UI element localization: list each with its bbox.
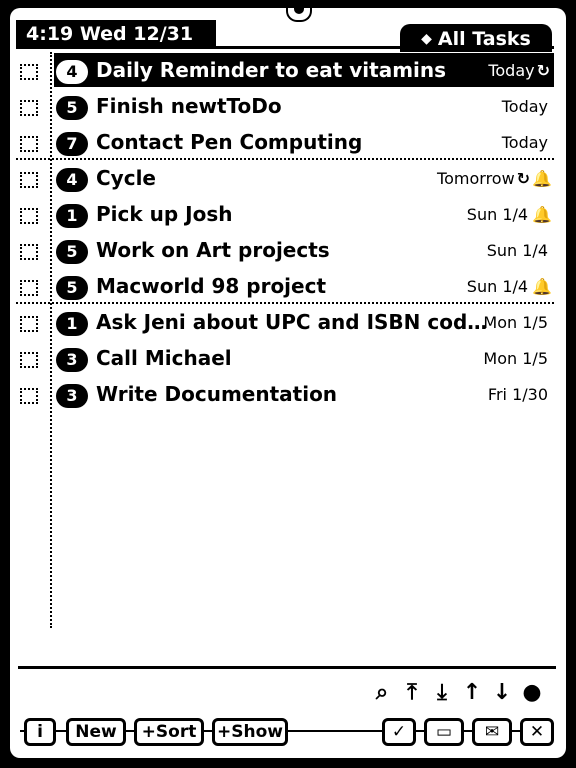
device-screen: 4:19 Wed 12/31 ◆ All Tasks 4 Daily Reminde…: [10, 8, 566, 758]
new-button[interactable]: New: [66, 718, 126, 746]
task-checkbox[interactable]: [20, 172, 38, 188]
header-divider: [16, 46, 554, 49]
alarm-icon: 🔔: [532, 205, 552, 224]
dot-icon[interactable]: ●: [520, 680, 544, 705]
due-date: Mon 1/5: [483, 313, 548, 332]
sort-button[interactable]: +Sort: [134, 718, 204, 746]
due-date: Sun 1/4: [486, 241, 548, 260]
task-body[interactable]: 5 Work on Art projects Sun 1/4: [54, 233, 554, 267]
task-body[interactable]: 4 Cycle Tomorrow ↻ 🔔: [54, 161, 554, 195]
task-meta: Sun 1/4 🔔: [467, 276, 552, 298]
move-bottom-icon[interactable]: ⤓: [430, 680, 454, 705]
clock-display[interactable]: 4:19 Wed 12/31: [16, 20, 216, 48]
task-title: Daily Reminder to eat vitamins: [96, 58, 447, 82]
priority-badge[interactable]: 5: [56, 240, 88, 264]
task-body[interactable]: 5 Macworld 98 project Sun 1/4 🔔: [54, 269, 554, 303]
task-list: 4 Daily Reminder to eat vitamins Today ↻ 5 Fi…: [16, 52, 554, 628]
priority-badge[interactable]: 4: [56, 168, 88, 192]
task-checkbox[interactable]: [20, 136, 38, 152]
priority-badge[interactable]: 3: [56, 384, 88, 408]
task-title: Cycle: [96, 166, 156, 190]
due-date: Fri 1/30: [487, 385, 548, 404]
task-body[interactable]: 1 Ask Jeni about UPC and ISBN cod… Mon 1/5: [54, 305, 554, 339]
due-date: Today: [501, 97, 548, 116]
task-row[interactable]: 3 Write Documentation Fri 1/30: [16, 376, 554, 412]
task-checkbox[interactable]: [20, 388, 38, 404]
priority-badge[interactable]: 3: [56, 348, 88, 372]
repeat-icon: ↻: [536, 61, 550, 80]
task-title: Call Michael: [96, 346, 232, 370]
task-body[interactable]: 5 Finish newtToDo Today: [54, 89, 554, 123]
task-checkbox[interactable]: [20, 208, 38, 224]
task-row[interactable]: 1 Pick up Josh Sun 1/4 🔔: [16, 196, 554, 232]
info-button[interactable]: i: [24, 718, 56, 746]
task-title: Contact Pen Computing: [96, 130, 363, 154]
due-date: Sun 1/4: [466, 205, 529, 224]
task-meta: Today: [502, 96, 552, 118]
priority-badge[interactable]: 7: [56, 132, 88, 156]
due-date: Tomorrow: [437, 169, 515, 188]
priority-badge[interactable]: 4: [56, 60, 88, 84]
task-checkbox[interactable]: [20, 280, 38, 296]
folder-icon[interactable]: ▭: [424, 718, 464, 746]
task-title: Ask Jeni about UPC and ISBN cod…: [96, 310, 488, 334]
move-down-icon[interactable]: ↓: [490, 680, 514, 705]
task-body[interactable]: 3 Call Michael Mon 1/5: [54, 341, 554, 375]
task-meta: Mon 1/5: [483, 348, 552, 370]
task-meta: Today: [502, 132, 552, 154]
check-icon[interactable]: ✓: [382, 718, 416, 746]
task-title: Write Documentation: [96, 382, 338, 406]
list-bottom-divider: [18, 666, 556, 669]
find-icon[interactable]: ⌕: [370, 680, 394, 705]
task-meta: Fri 1/30: [488, 384, 552, 406]
task-meta: Tomorrow ↻ 🔔: [437, 168, 552, 190]
task-body[interactable]: 4 Daily Reminder to eat vitamins Today ↻: [54, 53, 554, 87]
task-row[interactable]: 1 Ask Jeni about UPC and ISBN cod… Mon 1/5: [16, 304, 554, 340]
task-title: Macworld 98 project: [96, 274, 327, 298]
priority-badge[interactable]: 5: [56, 96, 88, 120]
task-title: Work on Art projects: [96, 238, 330, 262]
reorder-actions: ⌕ ⤒ ⤓ ↑ ↓ ●: [370, 680, 544, 705]
status-bar: 4:19 Wed 12/31 ◆ All Tasks: [10, 14, 566, 52]
due-date: Today: [501, 133, 548, 152]
alarm-icon: 🔔: [532, 169, 552, 188]
move-top-icon[interactable]: ⤒: [400, 680, 424, 705]
close-icon[interactable]: ✕: [520, 718, 554, 746]
task-meta: Sun 1/4 🔔: [467, 204, 552, 226]
due-date: Mon 1/5: [483, 349, 548, 368]
task-row[interactable]: 5 Finish newtToDo Today: [16, 88, 554, 124]
show-button[interactable]: +Show: [212, 718, 288, 746]
task-title: Finish newtToDo: [96, 94, 282, 118]
task-row[interactable]: 4 Daily Reminder to eat vitamins Today ↻: [16, 52, 554, 88]
task-body[interactable]: 3 Write Documentation Fri 1/30: [54, 377, 554, 411]
priority-badge[interactable]: 1: [56, 204, 88, 228]
priority-badge[interactable]: 5: [56, 276, 88, 300]
task-body[interactable]: 7 Contact Pen Computing Today: [54, 125, 554, 159]
task-row[interactable]: 4 Cycle Tomorrow ↻ 🔔: [16, 160, 554, 196]
move-up-icon[interactable]: ↑: [460, 680, 484, 705]
task-body[interactable]: 1 Pick up Josh Sun 1/4 🔔: [54, 197, 554, 231]
task-checkbox[interactable]: [20, 244, 38, 260]
task-row[interactable]: 5 Work on Art projects Sun 1/4: [16, 232, 554, 268]
task-meta: Mon 1/5: [483, 312, 552, 334]
repeat-icon: ↻: [516, 169, 531, 188]
bottom-toolbar: i New +Sort +Show ✓ ▭ ✉ ✕: [10, 714, 566, 754]
alarm-icon: 🔔: [532, 277, 552, 296]
task-row[interactable]: 7 Contact Pen Computing Today: [16, 124, 554, 160]
task-title: Pick up Josh: [96, 202, 233, 226]
task-row[interactable]: 3 Call Michael Mon 1/5: [16, 340, 554, 376]
task-checkbox[interactable]: [20, 352, 38, 368]
due-date: Sun 1/4: [466, 277, 529, 296]
mail-icon[interactable]: ✉: [472, 718, 512, 746]
diamond-icon: ◆: [421, 31, 432, 47]
task-checkbox[interactable]: [20, 64, 38, 80]
task-checkbox[interactable]: [20, 100, 38, 116]
task-checkbox[interactable]: [20, 316, 38, 332]
due-date: Today: [488, 61, 535, 80]
task-row[interactable]: 5 Macworld 98 project Sun 1/4 🔔: [16, 268, 554, 304]
task-meta: Today ↻: [488, 60, 552, 82]
task-meta: Sun 1/4: [487, 240, 552, 262]
priority-badge[interactable]: 1: [56, 312, 88, 336]
